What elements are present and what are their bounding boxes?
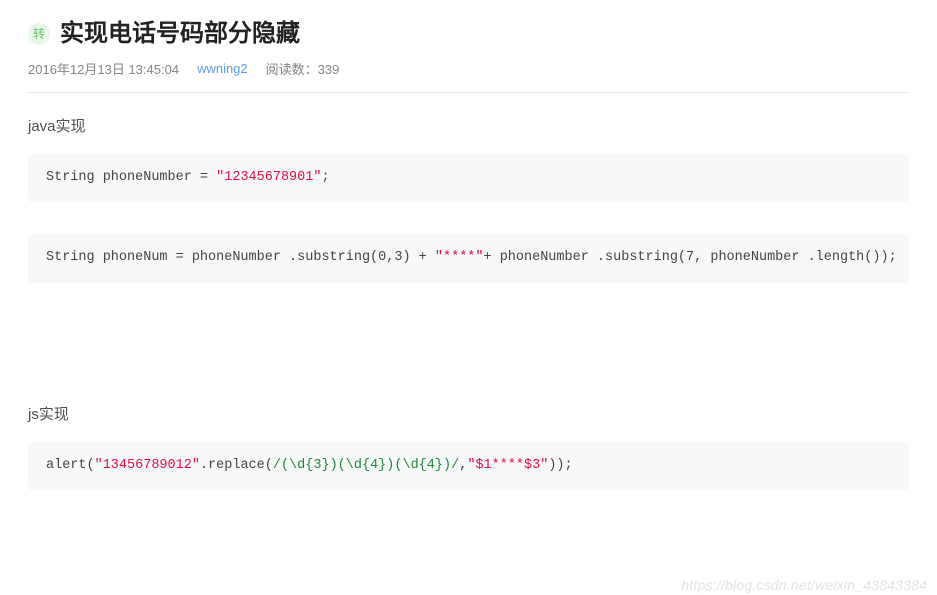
- code-string: "13456789012": [95, 458, 200, 473]
- code-text: + phoneNumber .substring(: [484, 250, 687, 265]
- code-text: ));: [548, 458, 572, 473]
- code-text: String phoneNumber =: [46, 170, 216, 185]
- code-string: "$1****$3": [467, 458, 548, 473]
- article-body: java实现 String phoneNumber = "12345678901…: [28, 93, 909, 490]
- code-string: "12345678901": [216, 170, 321, 185]
- repost-badge: 转: [28, 23, 50, 45]
- title-row: 转 实现电话号码部分隐藏: [28, 18, 909, 49]
- read-count: 阅读数：339: [266, 59, 340, 78]
- code-text: String phoneNum = phoneNumber .substring…: [46, 250, 378, 265]
- reads-label: 阅读数：: [266, 62, 318, 77]
- code-text: , phoneNumber .length());: [694, 250, 897, 265]
- publish-date: 2016年12月13日 13:45:04: [28, 59, 179, 78]
- code-text: ;: [321, 170, 329, 185]
- code-text: alert(: [46, 458, 95, 473]
- code-block-js-1: alert("13456789012".replace(/(\d{3})(\d{…: [28, 442, 909, 490]
- code-block-java-1: String phoneNumber = "12345678901";: [28, 154, 909, 202]
- code-regex: /(\d{3})(\d{4})(\d{4})/: [273, 458, 459, 473]
- meta-row: 2016年12月13日 13:45:04 wwning2 阅读数：339: [28, 59, 909, 78]
- code-text: .replace(: [200, 458, 273, 473]
- code-text: ) +: [402, 250, 434, 265]
- repost-badge-text: 转: [33, 25, 45, 42]
- article-title: 实现电话号码部分隐藏: [60, 18, 300, 49]
- code-block-java-2: String phoneNum = phoneNumber .substring…: [28, 234, 909, 282]
- reads-value: 339: [318, 62, 340, 77]
- code-number: 7: [686, 250, 694, 265]
- code-string: "****": [435, 250, 484, 265]
- section-heading-js: js实现: [28, 403, 909, 424]
- author-link[interactable]: wwning2: [197, 61, 248, 76]
- section-heading-java: java实现: [28, 115, 909, 136]
- article-container: 转 实现电话号码部分隐藏 2016年12月13日 13:45:04 wwning…: [0, 0, 937, 490]
- watermark: https://blog.csdn.net/weixin_43843384: [681, 577, 927, 593]
